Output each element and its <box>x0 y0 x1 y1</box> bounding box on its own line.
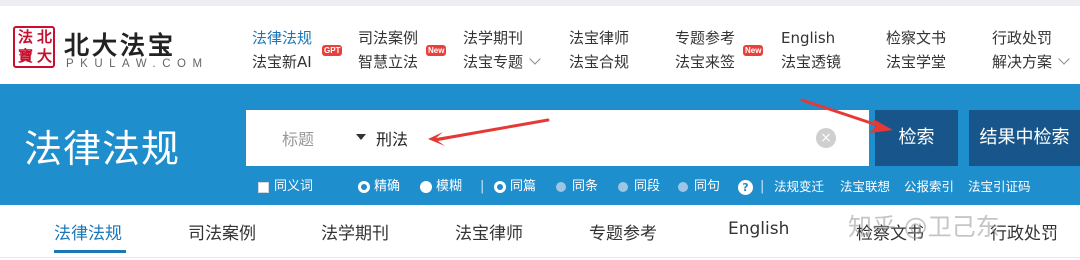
help-icon[interactable]: ? <box>738 180 753 195</box>
nav-item-academy[interactable]: 法宝学堂 <box>886 52 946 72</box>
seal-logo-icon: 法 北 寶 大 <box>13 26 55 68</box>
new-badge: New <box>743 45 764 56</box>
search-button[interactable]: 检索 <box>875 110 958 166</box>
same-clause-label: 同条 <box>572 179 599 194</box>
tab-cases[interactable]: 司法案例 <box>188 219 256 244</box>
nav-item-topics[interactable]: 法宝专题 <box>463 52 523 72</box>
active-tab-indicator <box>54 250 126 253</box>
synonym-label: 同义词 <box>274 179 314 194</box>
same-paragraph-radio[interactable] <box>618 182 628 192</box>
watermark: 知乎 @卫己东 <box>848 213 1000 241</box>
link-law-changes[interactable]: 法规变迁 <box>774 178 824 196</box>
divider <box>0 257 1080 258</box>
nav-item-ai[interactable]: 法宝新AI <box>252 52 312 72</box>
nav-item-compliance[interactable]: 法宝合规 <box>569 52 629 72</box>
tab-journals[interactable]: 法学期刊 <box>321 219 389 244</box>
tab-references[interactable]: 专题参考 <box>589 219 657 244</box>
same-sentence-radio[interactable] <box>678 182 688 192</box>
nav-item-references[interactable]: 专题参考 <box>675 28 735 48</box>
clear-icon[interactable]: × <box>816 128 836 148</box>
exact-label: 精确 <box>374 179 401 194</box>
nav-item-laws[interactable]: 法律法规 <box>252 28 312 48</box>
synonym-checkbox[interactable] <box>258 182 269 193</box>
nav-item-lens[interactable]: 法宝透镜 <box>781 52 841 72</box>
tab-lawyers[interactable]: 法宝律师 <box>455 219 523 244</box>
exact-radio[interactable] <box>358 181 370 193</box>
search-box: 标题 × <box>246 110 869 166</box>
same-article-radio[interactable] <box>494 181 506 193</box>
link-law-association[interactable]: 法宝联想 <box>840 178 890 196</box>
seal-char: 寶 <box>17 47 33 65</box>
seal-char: 大 <box>36 47 52 65</box>
fuzzy-radio[interactable] <box>420 181 432 193</box>
chevron-down-icon[interactable] <box>529 53 541 65</box>
fuzzy-label: 模糊 <box>436 179 463 194</box>
same-article-label: 同篇 <box>510 179 537 194</box>
search-input[interactable] <box>376 126 796 150</box>
nav-item-procuratorate-docs[interactable]: 检察文书 <box>886 28 946 48</box>
tab-english[interactable]: English <box>728 219 789 239</box>
search-within-results-button[interactable]: 结果中检索 <box>969 110 1080 166</box>
nav-item-english[interactable]: English <box>781 28 835 48</box>
divider: | <box>480 179 485 194</box>
search-field-select[interactable]: 标题 <box>282 126 314 150</box>
same-sentence-label: 同句 <box>694 179 721 194</box>
logo-name-en: PKULAW.COM <box>66 58 209 70</box>
new-badge: New <box>426 45 447 56</box>
nav-item-smart-legislation[interactable]: 智慧立法 <box>358 52 418 72</box>
category-tabs: 法律法规 司法案例 法学期刊 法宝律师 专题参考 English 检察文书 行政… <box>0 205 1080 260</box>
page-title: 法律法规 <box>24 127 181 171</box>
nav-item-lawyers[interactable]: 法宝律师 <box>569 28 629 48</box>
nav-item-admin-penalty[interactable]: 行政处罚 <box>992 28 1052 48</box>
top-navigation: 法 北 寶 大 北大法宝 PKULAW.COM 法律法规 法宝新AI GPT 司… <box>0 0 1080 84</box>
caret-down-icon[interactable] <box>356 134 366 140</box>
nav-item-esign[interactable]: 法宝来签 <box>675 52 735 72</box>
pkulaw-logo[interactable]: 法 北 寶 大 北大法宝 PKULAW.COM <box>8 20 238 76</box>
same-clause-radio[interactable] <box>556 182 566 192</box>
divider: | <box>760 179 765 194</box>
link-gazette-index[interactable]: 公报索引 <box>904 178 954 196</box>
nav-item-cases[interactable]: 司法案例 <box>358 28 418 48</box>
logo-name-cn: 北大法宝 <box>64 31 177 60</box>
gpt-badge: GPT <box>322 45 343 56</box>
nav-item-journals[interactable]: 法学期刊 <box>463 28 523 48</box>
seal-char: 北 <box>36 28 52 46</box>
tab-admin-penalty[interactable]: 行政处罚 <box>990 219 1058 244</box>
tab-laws[interactable]: 法律法规 <box>54 219 122 244</box>
nav-item-solutions[interactable]: 解决方案 <box>992 52 1052 72</box>
link-citation-code[interactable]: 法宝引证码 <box>968 178 1031 196</box>
same-paragraph-label: 同段 <box>634 179 661 194</box>
seal-char: 法 <box>17 28 33 46</box>
chevron-down-icon[interactable] <box>1058 53 1070 65</box>
search-band: 法律法规 标题 × 检索 结果中检索 同义词 精确 模糊 | 同篇 同条 同段 … <box>0 84 1080 205</box>
